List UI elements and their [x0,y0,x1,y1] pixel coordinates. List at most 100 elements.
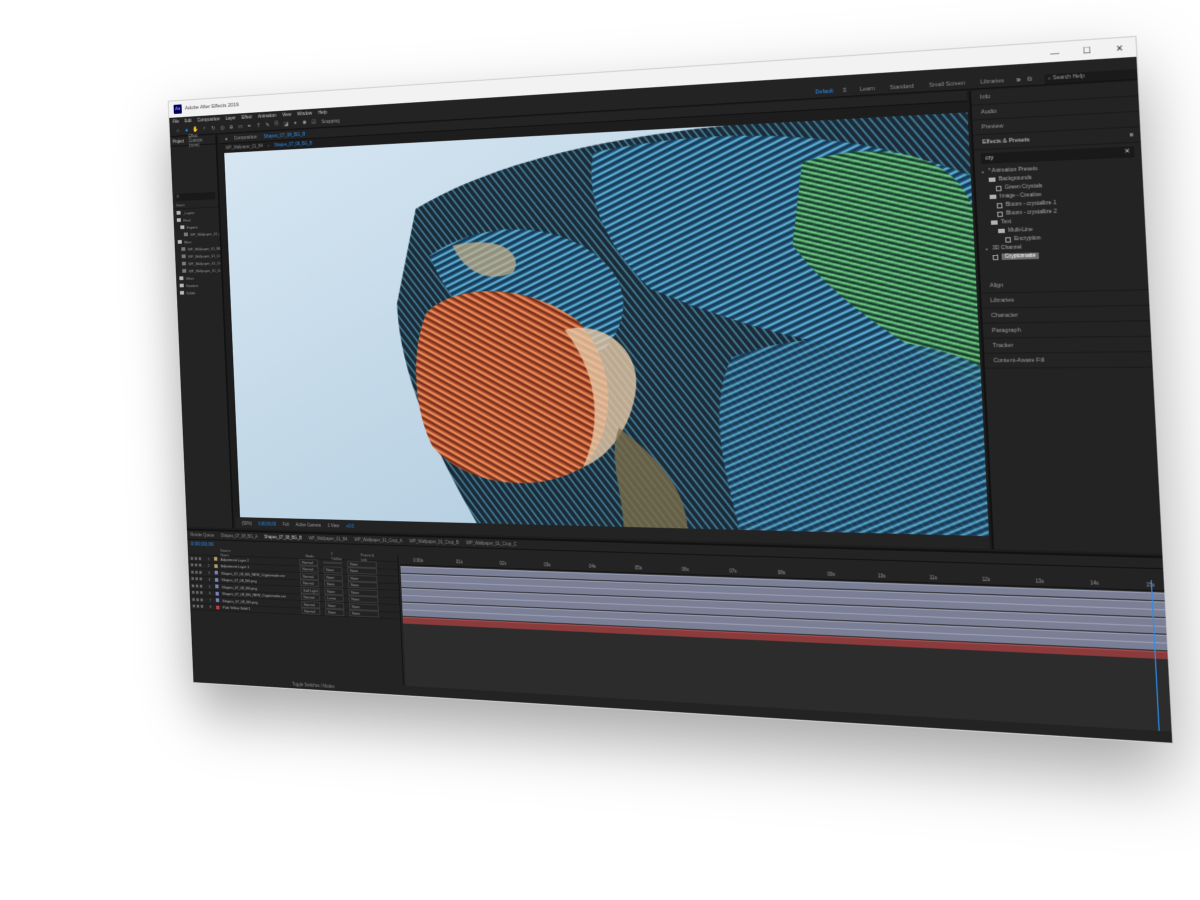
tab-effect-controls[interactable]: Effect Controls (none) [188,133,210,147]
close-button[interactable]: ✕ [1103,37,1137,59]
menu-file[interactable]: File [173,119,180,125]
layer-trkmat-select[interactable]: None [325,608,345,617]
switch-icon[interactable] [199,570,202,574]
layer-trkmat-select[interactable] [323,561,343,565]
column-mode[interactable]: Mode [305,553,314,558]
exposure-value[interactable]: +0.0 [346,523,354,528]
sync-icon[interactable]: ⧉ [1025,75,1034,84]
timeline-tab[interactable]: WP_Wallpaper_01_B4 [309,536,348,542]
workspace-menu-icon[interactable]: ≡ [841,86,850,95]
switch-icon[interactable] [198,563,202,567]
switch-icon[interactable] [195,584,199,588]
clear-search-icon[interactable]: ✕ [1124,149,1130,156]
viewer-timecode[interactable]: 0;00;00;00 [258,521,276,526]
zoom-level[interactable]: (50%) [242,521,252,526]
column-trkmat[interactable]: T TrkMat [331,551,344,561]
menu-animation[interactable]: Animation [258,113,277,120]
layer-switches[interactable] [189,577,209,581]
switch-icon[interactable] [200,598,203,602]
layer-switches[interactable] [188,563,208,567]
eraser-tool-icon[interactable]: ◪ [283,120,290,128]
layer-mode-select[interactable]: Normal [301,607,321,616]
panel-menu-icon[interactable]: ≡ [1129,131,1133,138]
label-color-swatch[interactable] [214,564,218,568]
puppet-tool-icon[interactable]: ✱ [301,119,308,127]
maximize-button[interactable]: ☐ [1070,39,1103,61]
panel-content-aware-fill[interactable]: Content-Aware Fill [984,352,1153,369]
label-color-swatch[interactable] [215,591,219,596]
tab-composition-name[interactable]: Shapes_07_08_BG_B [263,131,305,139]
comp-lock-icon[interactable]: 🔒︎ [225,136,227,142]
menu-window[interactable]: Window [297,110,312,117]
switch-icon[interactable] [191,577,194,581]
label-color-swatch[interactable] [213,557,218,561]
timeline-tab[interactable]: WP_Wallpaper_01_Crop_C [466,540,517,546]
switch-icon[interactable] [195,570,198,574]
switch-icon[interactable] [191,584,195,588]
switch-icon[interactable] [190,563,194,567]
workspace-standard[interactable]: Standard [890,84,914,92]
switch-icon[interactable] [194,556,198,560]
switch-icon[interactable] [200,591,203,595]
layer-switches[interactable] [189,584,209,588]
current-timecode[interactable]: 0;00;00;00 [191,542,214,548]
roto-brush-tool-icon[interactable]: ✦ [292,120,299,128]
view-layout-select[interactable]: 1 View [327,523,339,528]
workspace-default[interactable]: Default [815,88,834,95]
minimize-button[interactable]: — [1038,41,1071,63]
tab-composition[interactable]: Composition [234,134,257,141]
zoom-tool-icon[interactable]: ⌕ [201,125,208,133]
layer-switches[interactable] [188,556,208,560]
switch-icon[interactable] [198,557,202,560]
switch-icon[interactable] [196,591,199,595]
menu-composition[interactable]: Composition [197,116,220,123]
project-search-input[interactable]: ρ. [174,192,216,202]
snapping-checkbox-icon[interactable]: ☑ [310,118,317,126]
switch-icon[interactable] [192,604,196,608]
layer-switches[interactable] [190,597,210,602]
breadcrumb-current[interactable]: Shapes_07_08_BG_B [274,140,312,147]
camera-tool-icon[interactable]: ◎ [219,124,226,132]
switch-icon[interactable] [200,605,204,608]
workspace-learn[interactable]: Learn [860,86,875,93]
pan-behind-tool-icon[interactable]: ⊕ [228,123,235,131]
switch-icon[interactable] [192,591,195,594]
project-item[interactable]: Solids [177,288,223,296]
workspace-libraries[interactable]: Libraries [980,78,1004,86]
camera-select[interactable]: Active Camera [296,522,321,527]
label-color-swatch[interactable] [214,570,219,575]
timeline-tab[interactable]: WP_Wallpaper_01_Crop_B [409,539,459,545]
switch-icon[interactable] [199,577,203,581]
resolution-select[interactable]: Full [283,522,289,527]
menu-view[interactable]: View [282,112,291,118]
pen-tool-icon[interactable]: ✒ [246,122,253,130]
menu-layer[interactable]: Layer [225,115,235,121]
workspace-small-screen[interactable]: Small Screen [929,80,965,89]
layer-switches[interactable] [190,591,210,595]
switch-icon[interactable] [192,597,195,601]
home-icon[interactable]: ⌂ [174,127,181,135]
switch-icon[interactable] [191,570,194,574]
label-color-swatch[interactable] [215,584,219,589]
label-color-swatch[interactable] [216,605,220,610]
label-color-swatch[interactable] [214,577,219,582]
clone-stamp-tool-icon[interactable]: ⎘ [273,121,280,129]
layer-switches[interactable] [190,604,210,609]
composition-viewer[interactable] [224,112,990,537]
switch-icon[interactable] [199,584,203,588]
timeline-graph[interactable]: 0:00s 01s 02s 03s 04s 05s 06s 07s 08s 09s 10s 11s 12… [399,555,1172,732]
layer-switches[interactable] [189,570,209,574]
rectangle-tool-icon[interactable]: ▭ [237,123,244,131]
hand-tool-icon[interactable]: ✋ [192,126,199,134]
layer-parent-select[interactable]: None [349,609,380,618]
timeline-tab[interactable]: Shapes_07_08_BG_B [264,535,302,541]
switch-icon[interactable] [196,598,199,601]
switch-icon[interactable] [196,604,200,608]
panel-tracker[interactable]: Tracker [983,336,1152,354]
breadcrumb-parent[interactable]: WP_Wallpaper_01_B4 [225,143,263,150]
switch-icon[interactable] [195,577,198,581]
selection-tool-icon[interactable]: ▲ [183,126,190,134]
timeline-tab[interactable]: Shapes_07_08_BG_A [221,533,258,539]
label-color-swatch[interactable] [215,598,220,603]
switch-icon[interactable] [190,556,194,560]
